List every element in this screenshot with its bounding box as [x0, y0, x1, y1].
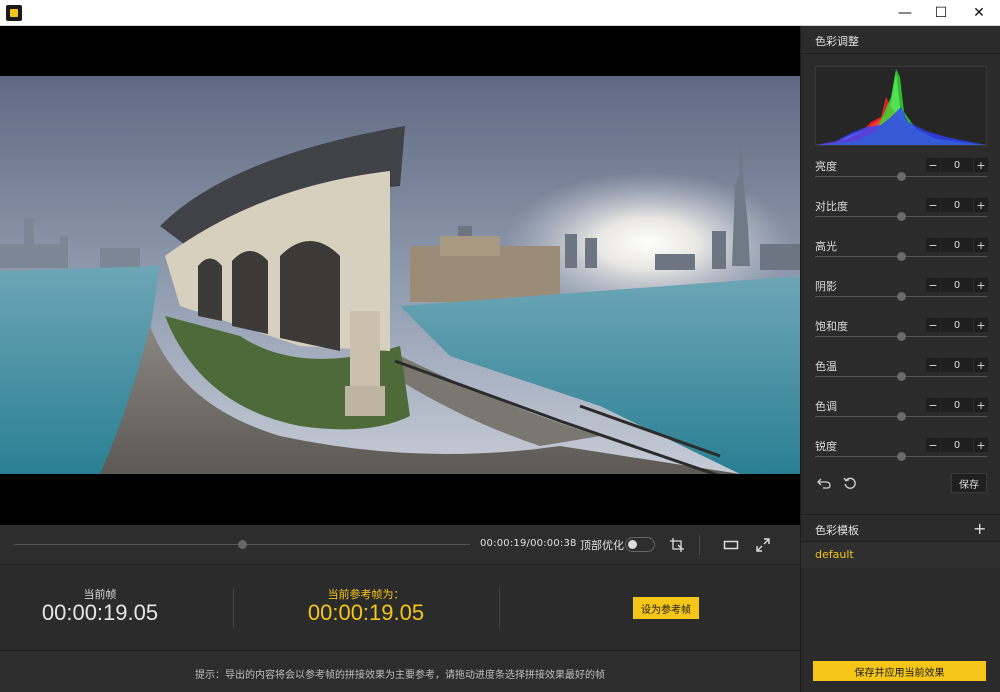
app-logo-icon: [6, 5, 22, 21]
set-reference-button[interactable]: 设为参考帧: [633, 597, 699, 619]
template-item[interactable]: default: [801, 542, 1000, 568]
adjustment-row-highlights: 高光 − 0 +: [801, 238, 1000, 278]
timeline-bar: 00:00:19/00:00:38 顶部优化: [0, 525, 800, 565]
progress-thumb[interactable]: [238, 540, 247, 549]
crop-tool-icon[interactable]: [666, 534, 688, 556]
maximize-button[interactable]: ☐: [922, 0, 960, 26]
template-item-label: default: [815, 548, 854, 561]
info-divider: [499, 588, 500, 628]
increase-button[interactable]: +: [974, 238, 988, 252]
video-preview[interactable]: [0, 26, 800, 525]
time-readout: 00:00:19/00:00:38: [480, 538, 577, 549]
aspect-ratio-icon[interactable]: [720, 534, 742, 556]
save-and-apply-button[interactable]: 保存并应用当前效果: [813, 661, 986, 681]
adjustment-label: 色温: [815, 360, 837, 373]
current-frame-value: 00:00:19.05: [41, 600, 159, 625]
adjustment-value[interactable]: 0: [941, 358, 973, 372]
adjustment-value[interactable]: 0: [941, 438, 973, 452]
increase-button[interactable]: +: [974, 438, 988, 452]
decrease-button[interactable]: −: [926, 398, 940, 412]
adjustment-slider-thumb[interactable]: [897, 252, 906, 261]
adjustment-slider-thumb[interactable]: [897, 332, 906, 341]
increase-button[interactable]: +: [974, 318, 988, 332]
adjustment-value[interactable]: 0: [941, 158, 973, 172]
template-header: 色彩模板 +: [801, 514, 1000, 542]
adjustment-row-tint: 色调 − 0 +: [801, 398, 1000, 438]
histogram: [815, 66, 987, 146]
decrease-button[interactable]: −: [926, 438, 940, 452]
adjustment-value[interactable]: 0: [941, 318, 973, 332]
hint-bar: 提示：导出的内容将会以参考帧的拼接效果为主要参考，请拖动进度条选择拼接效果最好的…: [0, 650, 800, 692]
increase-button[interactable]: +: [974, 158, 988, 172]
adjustment-slider-thumb[interactable]: [897, 292, 906, 301]
histogram-graph: [816, 69, 986, 145]
frame-info-panel: 当前帧 00:00:19.05 当前参考帧为： 00:00:19.05 设为参考…: [0, 566, 800, 650]
decrease-button[interactable]: −: [926, 238, 940, 252]
adjustment-row-sharpness: 锐度 − 0 +: [801, 438, 1000, 478]
adjustment-slider-thumb[interactable]: [897, 172, 906, 181]
adjustment-label: 色调: [815, 400, 837, 413]
save-button[interactable]: 保存: [951, 473, 987, 493]
decrease-button[interactable]: −: [926, 358, 940, 372]
reset-icon[interactable]: [841, 474, 859, 492]
app-window: — ☐ ✕ 00:00:19/00:00:38 顶部优化 当前帧 00:00:1…: [0, 0, 1000, 692]
add-template-icon[interactable]: +: [973, 519, 986, 538]
increase-button[interactable]: +: [974, 198, 988, 212]
decrease-button[interactable]: −: [926, 158, 940, 172]
adjustment-row-shadows: 阴影 − 0 +: [801, 278, 1000, 318]
minimize-button[interactable]: —: [886, 0, 924, 26]
reference-frame-value: 00:00:19.05: [307, 600, 425, 625]
adjustment-value[interactable]: 0: [941, 278, 973, 292]
adjustment-slider-thumb[interactable]: [897, 452, 906, 461]
adjustment-row-contrast: 对比度 − 0 +: [801, 198, 1000, 238]
adjustment-slider-thumb[interactable]: [897, 372, 906, 381]
adjustment-value[interactable]: 0: [941, 198, 973, 212]
adjustment-row-temperature: 色温 − 0 +: [801, 358, 1000, 398]
adjustment-label: 阴影: [815, 280, 837, 293]
adjustment-label: 饱和度: [815, 320, 848, 333]
increase-button[interactable]: +: [974, 358, 988, 372]
adjustment-label: 锐度: [815, 440, 837, 453]
toggle-knob: [628, 540, 637, 549]
adjustment-label: 亮度: [815, 160, 837, 173]
adjustment-row-saturation: 饱和度 − 0 +: [801, 318, 1000, 358]
undo-icon[interactable]: [815, 474, 833, 492]
hint-text: 提示：导出的内容将会以参考帧的拼接效果为主要参考，请拖动进度条选择拼接效果最好的…: [195, 670, 605, 681]
increase-button[interactable]: +: [974, 398, 988, 412]
close-button[interactable]: ✕: [960, 0, 998, 26]
adjustment-label: 高光: [815, 240, 837, 253]
decrease-button[interactable]: −: [926, 198, 940, 212]
panel-header: 色彩调整: [801, 26, 1000, 54]
title-bar: — ☐ ✕: [0, 0, 1000, 26]
adjustment-row-brightness: 亮度 − 0 +: [801, 158, 1000, 198]
panel-title: 色彩调整: [815, 35, 859, 48]
template-title: 色彩模板: [815, 524, 859, 537]
increase-button[interactable]: +: [974, 278, 988, 292]
decrease-button[interactable]: −: [926, 318, 940, 332]
toolbar-divider: [699, 535, 700, 555]
adjustment-slider-thumb[interactable]: [897, 212, 906, 221]
top-optimize-toggle[interactable]: [625, 537, 655, 552]
panorama-frame: [0, 76, 800, 474]
panorama-image: [0, 76, 800, 474]
decrease-button[interactable]: −: [926, 278, 940, 292]
adjustment-label: 对比度: [815, 200, 848, 213]
adjustment-slider-thumb[interactable]: [897, 412, 906, 421]
adjustment-value[interactable]: 0: [941, 398, 973, 412]
top-optimize-label: 顶部优化: [580, 539, 624, 552]
color-adjust-panel: 色彩调整 亮度 − 0 + 对比度 − 0 + 高光 − 0 + 阴影 − 0 …: [800, 26, 1000, 692]
adjustment-value[interactable]: 0: [941, 238, 973, 252]
info-divider: [233, 588, 234, 628]
fullscreen-icon[interactable]: [752, 534, 774, 556]
